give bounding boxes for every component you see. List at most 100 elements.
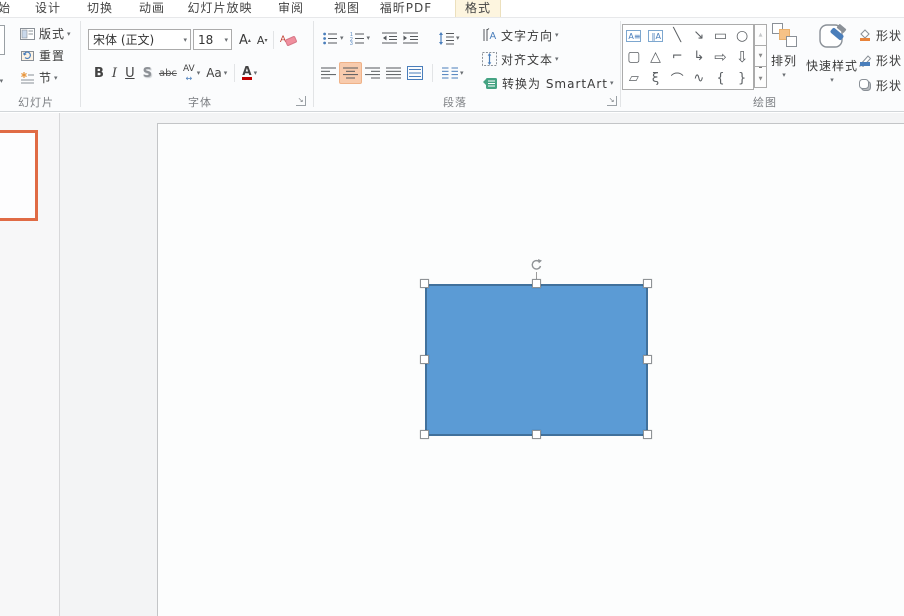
- smartart-label: 转换为 SmartArt: [502, 75, 608, 92]
- align-left-button[interactable]: [318, 62, 339, 84]
- slide-thumbnail-selected[interactable]: [0, 130, 38, 221]
- shape-curve[interactable]: ∿: [688, 68, 710, 89]
- font-size-value: 18: [198, 33, 213, 47]
- shape-down-arrow[interactable]: ⇩: [731, 46, 753, 67]
- group-separator: [313, 21, 314, 107]
- character-spacing-button[interactable]: AV↔ ▾: [180, 62, 203, 84]
- line-spacing-icon: [438, 32, 454, 45]
- convert-to-smartart-button[interactable]: 转换为 SmartArt ▾: [482, 72, 613, 94]
- decrease-indent-button[interactable]: [379, 27, 400, 49]
- shape-outline-button[interactable]: 形状: [858, 49, 904, 71]
- shape-arrow[interactable]: ↘: [688, 25, 710, 46]
- shape-fill-icon: [858, 28, 872, 42]
- resize-handle-top-center[interactable]: [532, 279, 541, 288]
- layout-button[interactable]: 版式 ▾: [20, 25, 71, 42]
- shape-left-brace[interactable]: {: [710, 68, 732, 89]
- font-size-combo[interactable]: 18 ▾: [193, 29, 232, 50]
- resize-handle-top-left[interactable]: [420, 279, 429, 288]
- selected-rectangle-shape[interactable]: [425, 284, 648, 436]
- resize-handle-bottom-right[interactable]: [643, 430, 652, 439]
- chevron-down-icon: ▾: [456, 34, 460, 42]
- resize-handle-bottom-left[interactable]: [420, 430, 429, 439]
- change-case-button[interactable]: Aa▾: [203, 62, 230, 84]
- align-center-button[interactable]: [339, 62, 362, 84]
- columns-button[interactable]: ▾: [439, 62, 467, 84]
- quick-styles-label: 快速样式: [806, 57, 858, 74]
- resize-handle-middle-right[interactable]: [643, 355, 652, 364]
- chevron-down-icon: ▾: [183, 36, 187, 44]
- resize-handle-top-right[interactable]: [643, 279, 652, 288]
- shape-right-arrow[interactable]: ⇨: [710, 46, 732, 67]
- tab-view[interactable]: 视图: [326, 0, 368, 17]
- underline-button[interactable]: U: [121, 62, 139, 84]
- chevron-down-icon: ▾: [254, 69, 258, 77]
- tab-format-contextual[interactable]: 格式: [455, 0, 501, 17]
- tab-animations[interactable]: 动画: [132, 0, 172, 17]
- numbering-button[interactable]: 123 ▾: [347, 27, 374, 49]
- tab-slideshow[interactable]: 幻灯片放映: [180, 0, 260, 17]
- up-caret-icon: ▴: [248, 37, 251, 44]
- bullets-icon: [323, 32, 338, 45]
- new-slide-icon: [0, 25, 5, 55]
- shape-line[interactable]: ╲: [666, 25, 688, 46]
- resize-handle-middle-left[interactable]: [420, 355, 429, 364]
- shrink-font-button[interactable]: A▾: [254, 29, 271, 51]
- tab-design[interactable]: 设计: [28, 0, 68, 17]
- strikethrough-button[interactable]: abc: [156, 62, 180, 84]
- increase-indent-button[interactable]: [400, 27, 421, 49]
- section-button[interactable]: 节 ▾: [20, 69, 58, 86]
- font-color-button[interactable]: A ▾: [239, 62, 260, 84]
- text-shadow-button[interactable]: S: [139, 62, 156, 84]
- shape-fill-button[interactable]: 形状: [858, 24, 904, 46]
- paragraph-dialog-launcher[interactable]: ↘: [607, 96, 617, 106]
- tab-review[interactable]: 审阅: [270, 0, 312, 17]
- bullets-button[interactable]: ▾: [320, 27, 347, 49]
- align-right-button[interactable]: [362, 62, 383, 84]
- slide-thumbnail-panel[interactable]: [0, 113, 60, 616]
- shape-scribble[interactable]: ξ: [645, 68, 667, 89]
- shape-effects-button[interactable]: 形状: [858, 74, 904, 96]
- line-spacing-button[interactable]: ▾: [435, 27, 463, 49]
- shape-oval[interactable]: ○: [731, 25, 753, 46]
- shape-arc[interactable]: ⌒: [666, 68, 688, 89]
- shape-right-brace[interactable]: }: [731, 68, 753, 89]
- tab-transitions[interactable]: 切换: [80, 0, 120, 17]
- chevron-down-icon: ▾: [610, 79, 614, 87]
- tab-home[interactable]: 开始: [0, 0, 14, 17]
- clear-formatting-button[interactable]: A: [277, 29, 300, 51]
- grow-font-button[interactable]: A▴: [236, 29, 254, 51]
- chevron-down-icon: ▾: [782, 71, 786, 79]
- shape-rectangle[interactable]: ▭: [710, 25, 732, 46]
- arrange-label: 排列: [771, 52, 797, 69]
- shape-vertical-text-box[interactable]: ∥A: [645, 25, 667, 46]
- launcher-arrow-icon: ↘: [609, 96, 615, 104]
- tab-foxit-pdf[interactable]: 福昕PDF: [374, 0, 438, 17]
- text-box-icon: A≡: [626, 30, 641, 42]
- font-family-combo[interactable]: 宋体 (正文) ▾: [88, 29, 191, 50]
- left-right-arrow-icon: ↔: [185, 74, 192, 83]
- reset-icon: [20, 49, 35, 62]
- paragraph-group-label: 段落: [390, 94, 520, 110]
- align-text-button[interactable]: 对齐文本 ▾: [482, 48, 559, 70]
- distribute-text-button[interactable]: [404, 62, 426, 84]
- increase-indent-icon: [403, 32, 418, 44]
- rotation-handle-icon[interactable]: [529, 258, 544, 273]
- eraser-icon: A: [280, 33, 297, 48]
- reset-button[interactable]: 重置: [20, 47, 65, 64]
- justify-button[interactable]: [383, 62, 404, 84]
- shape-elbow-connector[interactable]: ⌐: [666, 46, 688, 67]
- text-direction-button[interactable]: A 文字方向 ▾: [482, 24, 559, 46]
- reset-label: 重置: [39, 47, 65, 64]
- section-label: 节: [39, 69, 52, 86]
- shape-rounded-rectangle[interactable]: ▢: [623, 46, 645, 67]
- font-dialog-launcher[interactable]: ↘: [296, 96, 306, 106]
- italic-button[interactable]: I: [108, 62, 121, 84]
- shape-text-box[interactable]: A≡: [623, 25, 645, 46]
- resize-handle-bottom-center[interactable]: [532, 430, 541, 439]
- shape-triangle[interactable]: △: [645, 46, 667, 67]
- shape-freeform[interactable]: ▱: [623, 68, 645, 89]
- decrease-indent-icon: [382, 32, 397, 44]
- bold-button[interactable]: B: [90, 62, 108, 84]
- shape-elbow-arrow-connector[interactable]: ↳: [688, 46, 710, 67]
- chevron-down-icon: ▾: [224, 36, 228, 44]
